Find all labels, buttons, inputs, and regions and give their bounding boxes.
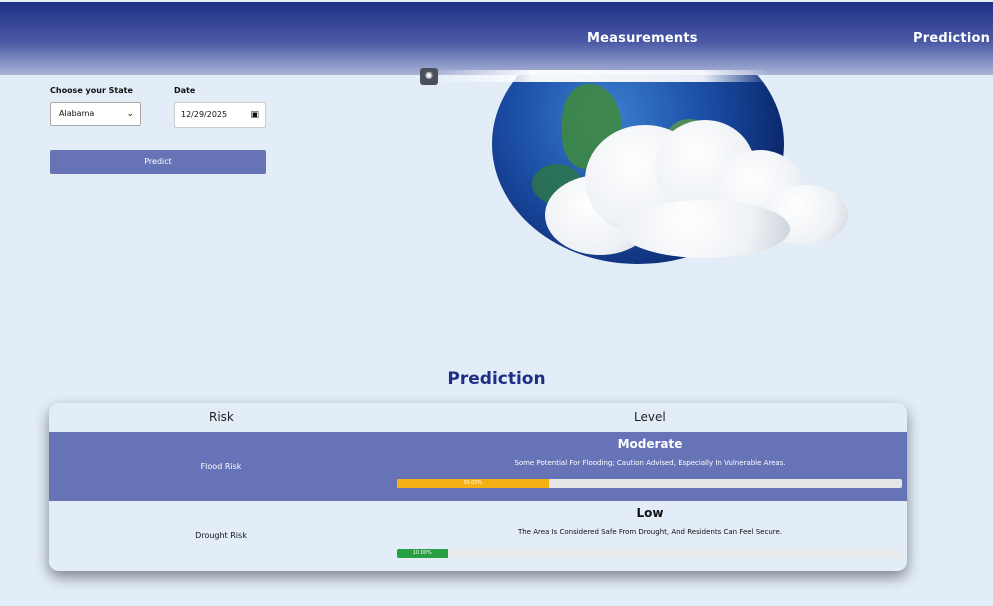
risk-progress-bar: 10.00% xyxy=(397,549,902,558)
risk-progress-bar: 30.00% xyxy=(397,479,902,488)
date-input-value: 12/29/2025 xyxy=(181,110,228,119)
prediction-table: Risk Level Flood Risk Moderate Some Pote… xyxy=(49,403,907,571)
prediction-title: Prediction xyxy=(447,369,546,389)
column-header-level: Level xyxy=(634,410,666,424)
risk-level: Low xyxy=(636,506,664,520)
risk-level: Moderate xyxy=(617,437,683,451)
state-label: Choose your State xyxy=(50,86,133,95)
risk-name: Flood Risk xyxy=(200,462,242,471)
nav-measurements-link[interactable]: Measurements xyxy=(587,31,698,46)
risk-description: The Area Is Considered Safe From Drought… xyxy=(517,528,783,536)
risk-progress-fill: 30.00% xyxy=(397,479,549,488)
state-select-value: Alabama xyxy=(59,109,95,118)
date-label: Date xyxy=(174,86,196,95)
nav-prediction-link[interactable]: Prediction xyxy=(913,31,990,46)
chevron-down-icon: ⌄ xyxy=(126,109,134,119)
column-header-risk: Risk xyxy=(209,410,234,424)
date-input[interactable]: 12/29/2025 ▣ xyxy=(174,102,266,128)
calendar-icon[interactable]: ▣ xyxy=(250,103,259,127)
risk-name: Drought Risk xyxy=(195,531,247,540)
top-nav-bar: Measurements Prediction xyxy=(0,2,993,75)
table-header: Risk Level xyxy=(49,403,907,431)
settings-icon[interactable]: ✺ xyxy=(420,68,438,85)
predict-button[interactable]: Predict xyxy=(50,150,266,174)
table-row-flood: Flood Risk Moderate Some Potential For F… xyxy=(49,432,907,501)
risk-description: Some Potential For Flooding; Caution Adv… xyxy=(514,459,786,467)
table-row-drought: Drought Risk Low The Area Is Considered … xyxy=(49,501,907,570)
risk-progress-fill: 10.00% xyxy=(397,549,448,558)
state-select[interactable]: Alabama ⌄ xyxy=(50,102,141,126)
cloud-wisp xyxy=(430,70,770,82)
